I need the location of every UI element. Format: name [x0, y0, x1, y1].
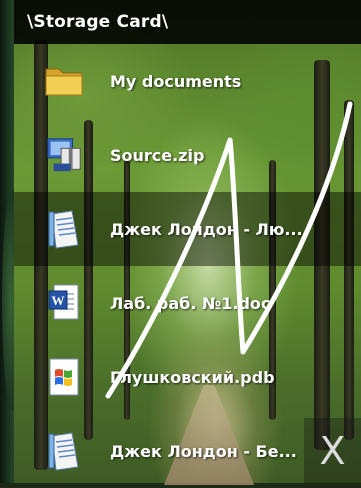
- file-item-lab-doc[interactable]: W Лаб. раб. №1.doc: [14, 266, 361, 340]
- word-document-icon: W: [44, 283, 84, 323]
- file-item-label: Лаб. раб. №1.doc: [110, 293, 271, 313]
- file-item-label: My documents: [110, 71, 242, 91]
- windows-document-icon: [44, 357, 84, 397]
- text-document-icon: [44, 209, 84, 249]
- file-item-jack-london-1[interactable]: Джек Лондон - Лю...: [14, 192, 361, 266]
- file-item-label: Глушковский.pdb: [110, 367, 275, 387]
- file-item-my-documents[interactable]: My documents: [14, 44, 361, 118]
- zip-archive-icon: [44, 135, 84, 175]
- title-bar: \Storage Card\: [14, 0, 361, 44]
- file-item-label: Джек Лондон - Лю...: [110, 219, 303, 239]
- current-path: \Storage Card\: [27, 12, 169, 32]
- close-icon: X: [319, 428, 346, 473]
- svg-text:W: W: [52, 293, 65, 308]
- file-item-source-zip[interactable]: Source.zip: [14, 118, 361, 192]
- close-button[interactable]: X: [304, 418, 361, 483]
- file-item-glushkovsky-pdb[interactable]: Глушковский.pdb: [14, 340, 361, 414]
- text-document-icon: [44, 431, 84, 471]
- folder-icon: [44, 61, 84, 101]
- file-item-label: Source.zip: [110, 145, 205, 165]
